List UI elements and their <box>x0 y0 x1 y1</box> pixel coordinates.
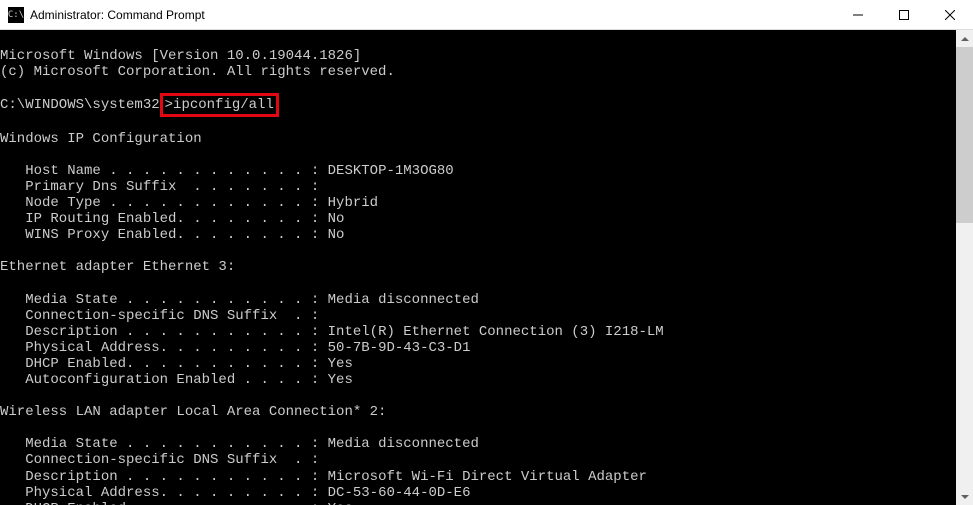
eth-physical-address-line: Physical Address. . . . . . . . . : 50-7… <box>0 340 470 356</box>
terminal-output[interactable]: Microsoft Windows [Version 10.0.19044.18… <box>0 30 956 505</box>
eth-media-state-line: Media State . . . . . . . . . . . : Medi… <box>0 292 479 308</box>
chevron-down-icon <box>961 495 969 499</box>
titlebar-left: C:\ Administrator: Command Prompt <box>8 7 205 23</box>
wlan-conn-dns-line: Connection-specific DNS Suffix . : <box>0 452 319 468</box>
wlan-dhcp-line: DHCP Enabled. . . . . . . . . . . : Yes <box>0 501 353 505</box>
command-prompt-icon: C:\ <box>8 7 24 23</box>
scroll-thumb[interactable] <box>956 47 973 223</box>
copyright-line: (c) Microsoft Corporation. All rights re… <box>0 64 395 80</box>
ethernet-heading: Ethernet adapter Ethernet 3: <box>0 259 235 275</box>
minimize-button[interactable] <box>835 0 881 30</box>
chevron-up-icon <box>961 37 969 41</box>
wlan-physical-address-line: Physical Address. . . . . . . . . : DC-5… <box>0 485 470 501</box>
terminal-container: Microsoft Windows [Version 10.0.19044.18… <box>0 30 973 505</box>
maximize-icon <box>899 10 909 20</box>
wins-proxy-line: WINS Proxy Enabled. . . . . . . . : No <box>0 227 344 243</box>
wlan-heading: Wireless LAN adapter Local Area Connecti… <box>0 404 386 420</box>
close-icon <box>945 10 955 20</box>
close-button[interactable] <box>927 0 973 30</box>
eth-conn-dns-line: Connection-specific DNS Suffix . : <box>0 308 319 324</box>
primary-dns-line: Primary Dns Suffix . . . . . . . : <box>0 179 319 195</box>
ipconfig-heading: Windows IP Configuration <box>0 131 202 147</box>
prompt-path: C:\WINDOWS\system32 <box>0 97 160 113</box>
maximize-button[interactable] <box>881 0 927 30</box>
prompt-line: C:\WINDOWS\system32 >ipconfig/all <box>0 97 279 113</box>
command-highlight: >ipconfig/all <box>160 93 279 117</box>
scroll-up-button[interactable] <box>956 30 973 47</box>
minimize-icon <box>853 10 863 20</box>
titlebar[interactable]: C:\ Administrator: Command Prompt <box>0 0 973 30</box>
scroll-track[interactable] <box>956 47 973 488</box>
wlan-description-line: Description . . . . . . . . . . . : Micr… <box>0 469 647 485</box>
window-title: Administrator: Command Prompt <box>30 8 205 22</box>
vertical-scrollbar[interactable] <box>956 30 973 505</box>
host-name-line: Host Name . . . . . . . . . . . . : DESK… <box>0 163 454 179</box>
command-text: >ipconfig/all <box>165 97 274 113</box>
node-type-line: Node Type . . . . . . . . . . . . : Hybr… <box>0 195 378 211</box>
eth-description-line: Description . . . . . . . . . . . : Inte… <box>0 324 664 340</box>
wlan-media-state-line: Media State . . . . . . . . . . . : Medi… <box>0 436 479 452</box>
eth-autoconf-line: Autoconfiguration Enabled . . . . : Yes <box>0 372 353 388</box>
eth-dhcp-line: DHCP Enabled. . . . . . . . . . . : Yes <box>0 356 353 372</box>
scroll-down-button[interactable] <box>956 488 973 505</box>
version-line: Microsoft Windows [Version 10.0.19044.18… <box>0 48 361 64</box>
ip-routing-line: IP Routing Enabled. . . . . . . . : No <box>0 211 344 227</box>
window-controls <box>835 0 973 29</box>
